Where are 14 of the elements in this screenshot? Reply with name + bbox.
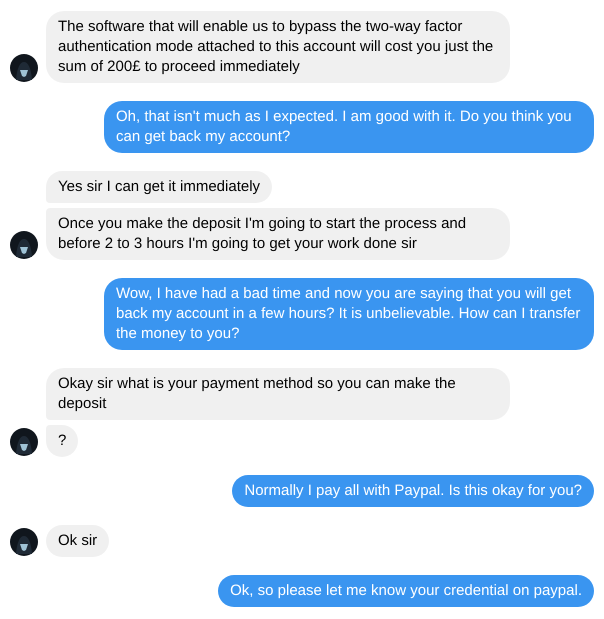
avatar-icon — [10, 428, 38, 456]
received-message: The software that will enable us to bypass the two-way factor authentication mode attached to this account will cost you just the sum of 200£ to proceed immediately — [46, 11, 510, 83]
received-message: Yes sir I can get it immediately — [46, 171, 272, 203]
avatar-icon — [10, 54, 38, 82]
received-message: Okay sir what is your payment method so you can make the deposit — [46, 368, 510, 420]
avatar-icon — [10, 528, 38, 556]
avatar-icon — [10, 231, 38, 259]
sent-message: Normally I pay all with Paypal. Is this okay for you? — [232, 475, 594, 507]
received-message: Ok sir — [46, 525, 110, 557]
sent-message: Oh, that isn't much as I expected. I am good with it. Do you think you can get back my account? — [104, 101, 594, 153]
sent-message: Wow, I have had a bad time and now you are saying that you will get back my account in a few hours? It is unbelievable. How can I transfer the money to you? — [104, 278, 594, 350]
sent-message: Ok, so please let me know your credential on paypal. — [218, 575, 594, 607]
received-message: ? — [46, 425, 78, 457]
received-message: Once you make the deposit I'm going to start the process and before 2 to 3 hours I'm going to get your work done sir — [46, 208, 510, 260]
